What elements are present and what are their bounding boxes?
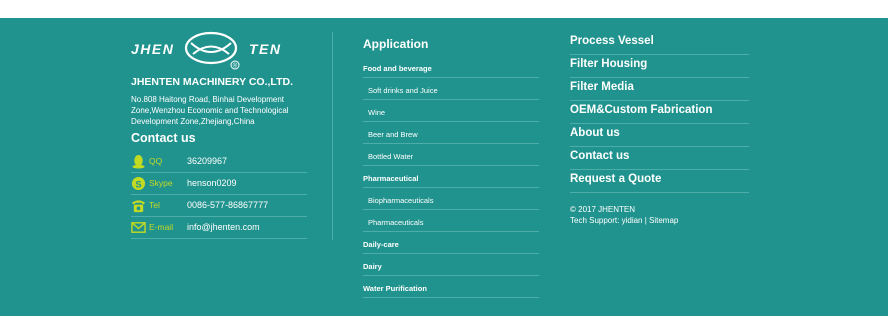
tech-support-links[interactable]: Tech Support: yidian | Sitemap xyxy=(570,215,678,226)
application-link-label: Pharmaceutical xyxy=(363,174,419,183)
application-category-item[interactable]: Daily-care xyxy=(363,232,539,254)
application-link-label: Food and beverage xyxy=(363,64,432,73)
nav-link-label: Contact us xyxy=(570,150,630,162)
contact-heading: Contact us xyxy=(131,131,196,145)
contact-value: info@jhenten.com xyxy=(187,222,260,232)
application-sub-item[interactable]: Biopharmaceuticals xyxy=(363,188,539,210)
skype-icon: S xyxy=(131,176,146,191)
application-link-label: Daily-care xyxy=(363,240,399,249)
application-category-item[interactable]: Dairy xyxy=(363,254,539,276)
nav-link-process-vessel[interactable]: Process Vessel xyxy=(570,32,749,55)
contact-row-email[interactable]: E-mail info@jhenten.com xyxy=(131,217,307,239)
fish-logo-icon: ® xyxy=(184,31,240,70)
nav-link-label: About us xyxy=(570,127,620,139)
contact-label: E-mail xyxy=(149,222,174,232)
nav-link-filter-housing[interactable]: Filter Housing xyxy=(570,55,749,78)
application-link-label: Wine xyxy=(368,108,386,117)
nav-link-label: Request a Quote xyxy=(570,173,662,185)
contact-value: 0086-577-86867777 xyxy=(187,200,269,210)
application-sub-item[interactable]: Wine xyxy=(363,100,539,122)
application-category-item[interactable]: Water Purification xyxy=(363,276,539,298)
copyright-text: © 2017 JHENTEN xyxy=(570,205,636,214)
nav-link-about-us[interactable]: About us xyxy=(570,124,749,147)
application-link-label: Biopharmaceuticals xyxy=(368,196,434,205)
envelope-icon xyxy=(131,222,146,233)
page-top-strip xyxy=(0,0,888,18)
nav-link-label: Process Vessel xyxy=(570,35,654,47)
nav-link-label: Filter Housing xyxy=(570,58,648,70)
site-footer: JHEN ® TEN JHENTEN MACHINERY CO.,LTD. No… xyxy=(0,18,888,316)
application-category-item[interactable]: Pharmaceutical xyxy=(363,166,539,188)
contact-value: henson0209 xyxy=(187,178,237,188)
company-logo[interactable]: JHEN ® TEN xyxy=(131,31,286,71)
contact-row-qq[interactable]: QQ 36209967 xyxy=(131,151,307,173)
application-link-label: Beer and Brew xyxy=(368,130,418,139)
logo-text-left: JHEN xyxy=(131,41,175,57)
nav-link-label: OEM&Custom Fabrication xyxy=(570,104,713,116)
application-category-item[interactable]: Food and beverage xyxy=(363,56,539,78)
contact-value: 36209967 xyxy=(187,156,228,166)
application-link-label: Water Purification xyxy=(363,284,427,293)
telephone-icon xyxy=(131,200,146,213)
company-name: JHENTEN MACHINERY CO.,LTD. xyxy=(131,76,293,88)
contact-row-tel[interactable]: Tel 0086-577-86867777 xyxy=(131,195,307,217)
application-sub-item[interactable]: Beer and Brew xyxy=(363,122,539,144)
registered-mark: ® xyxy=(233,63,238,70)
application-link-label: Soft drinks and Juice xyxy=(368,86,438,95)
application-link-label: Dairy xyxy=(363,262,382,271)
application-sub-item[interactable]: Pharmaceuticals xyxy=(363,210,539,232)
contact-label: Tel xyxy=(149,200,160,210)
application-heading[interactable]: Application xyxy=(363,37,428,51)
nav-link-filter-media[interactable]: Filter Media xyxy=(570,78,749,101)
application-link-label: Bottled Water xyxy=(368,152,414,161)
logo-text-right: TEN xyxy=(249,41,282,57)
svg-text:S: S xyxy=(135,179,141,189)
column-divider xyxy=(332,32,333,240)
contact-label: QQ xyxy=(149,156,163,166)
application-sub-item[interactable]: Bottled Water xyxy=(363,144,539,166)
qq-penguin-icon xyxy=(132,154,145,169)
contact-row-skype[interactable]: S Skype henson0209 xyxy=(131,173,307,195)
application-sub-item[interactable]: Soft drinks and Juice xyxy=(363,78,539,100)
nav-link-request-quote[interactable]: Request a Quote xyxy=(570,170,749,193)
copyright-block: © 2017 JHENTEN Tech Support: yidian | Si… xyxy=(570,204,678,226)
nav-link-label: Filter Media xyxy=(570,81,634,93)
nav-link-contact-us[interactable]: Contact us xyxy=(570,147,749,170)
nav-link-oem-custom[interactable]: OEM&Custom Fabrication xyxy=(570,101,749,124)
application-link-label: Pharmaceuticals xyxy=(368,218,424,227)
company-address: No.808 Haitong Road, Binhai Development … xyxy=(131,95,289,126)
contact-label: Skype xyxy=(149,178,173,188)
